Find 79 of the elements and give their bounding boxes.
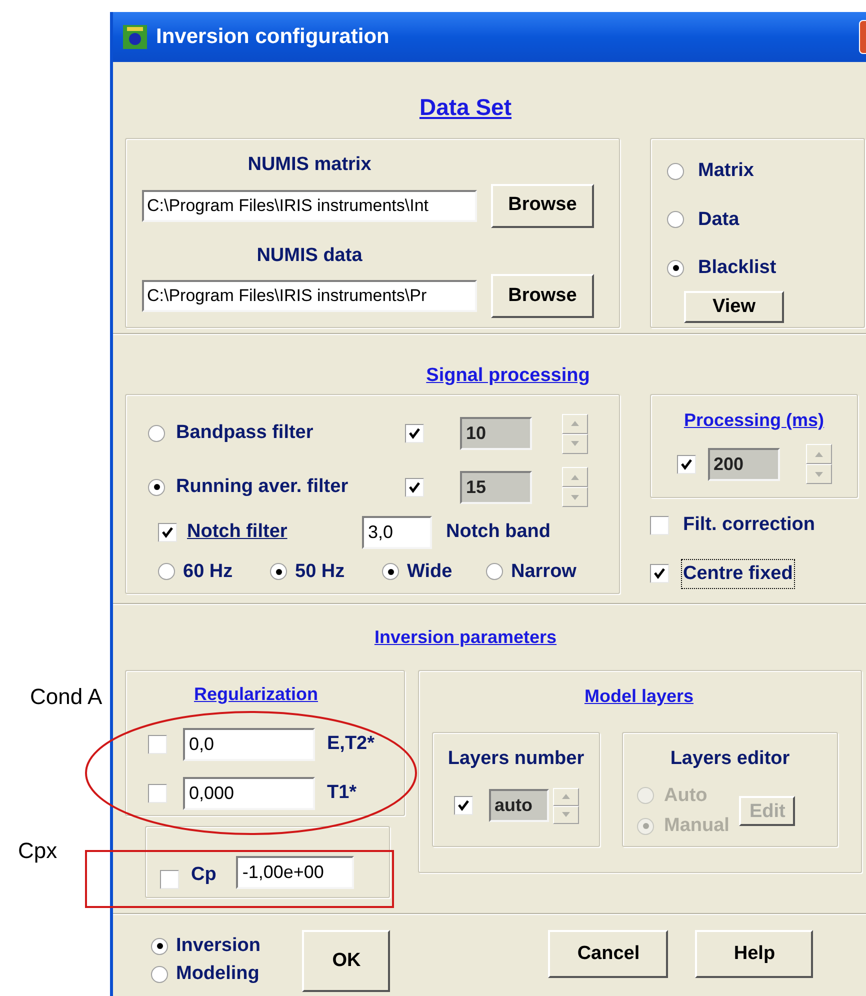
checkbox[interactable] xyxy=(160,870,179,889)
file-path-field[interactable]: C:\Program Files\IRIS instruments\Int xyxy=(142,190,477,222)
option-label: Modeling xyxy=(176,962,260,986)
text-field[interactable]: 15 xyxy=(460,470,532,504)
text-field[interactable]: 200 xyxy=(708,448,780,480)
spin-buttons[interactable] xyxy=(562,467,588,508)
option-label: Bandpass filter xyxy=(176,422,314,444)
section-heading: Processing (ms) xyxy=(684,409,824,432)
section-heading: Inversion parameters xyxy=(374,626,557,649)
checkbox[interactable] xyxy=(158,522,177,542)
option-label: Wide xyxy=(407,560,452,584)
option-label: 60 Hz xyxy=(183,560,233,584)
checkbox[interactable] xyxy=(454,796,472,815)
option-label: Layers editor xyxy=(670,747,790,771)
option-label: Cp xyxy=(191,864,216,884)
check-mark-icon xyxy=(653,567,666,580)
option-label: Matrix xyxy=(698,159,754,183)
radio-button[interactable] xyxy=(158,563,175,580)
section-heading: Regularization xyxy=(194,683,318,706)
radio-button[interactable] xyxy=(151,938,168,954)
check-mark-icon xyxy=(161,526,174,539)
section-heading: Signal processing xyxy=(426,364,590,388)
option-label: E,T2* xyxy=(327,733,375,754)
spin-buttons[interactable] xyxy=(562,414,588,454)
check-mark-icon xyxy=(680,458,692,470)
text-field[interactable]: 0,000 xyxy=(183,777,315,810)
check-mark-icon xyxy=(456,799,470,812)
checkbox[interactable] xyxy=(405,478,424,497)
checkbox[interactable] xyxy=(650,564,669,584)
text-field[interactable]: 10 xyxy=(460,417,532,450)
section-heading: Data Set xyxy=(419,93,512,120)
text-field[interactable]: auto xyxy=(488,789,548,822)
option-label: Narrow xyxy=(511,560,576,584)
push-button[interactable]: Help xyxy=(695,930,814,978)
option-label: Blacklist xyxy=(698,256,776,280)
radio-button[interactable] xyxy=(148,478,165,496)
text-field[interactable]: 3,0 xyxy=(362,516,432,549)
checkbox[interactable] xyxy=(148,735,167,754)
check-mark-icon xyxy=(408,427,421,440)
window-title: Inversion configuration xyxy=(156,24,390,50)
text-field[interactable]: 0,0 xyxy=(183,728,315,761)
text-field[interactable]: -1,00e+00 xyxy=(236,856,354,889)
option-label: Inversion xyxy=(176,934,260,958)
option-label: Auto xyxy=(664,784,708,808)
push-button[interactable]: View xyxy=(684,290,784,322)
option-label: T1* xyxy=(327,782,357,804)
option-label: NUMIS data xyxy=(256,244,362,268)
radio-button[interactable] xyxy=(486,563,503,580)
radio-button[interactable] xyxy=(151,966,168,982)
push-button[interactable]: Browse xyxy=(491,184,594,228)
file-path-field[interactable]: C:\Program Files\IRIS instruments\Pr xyxy=(142,280,477,312)
option-label: Notch band xyxy=(446,520,550,542)
checkbox[interactable] xyxy=(405,424,424,444)
notch-filter-link[interactable]: Notch filter xyxy=(187,518,362,546)
option-label: Filt. correction xyxy=(682,513,816,537)
section-heading: Model layers xyxy=(584,685,694,708)
app-icon xyxy=(123,25,147,49)
spin-buttons[interactable] xyxy=(552,788,578,824)
radio-button[interactable] xyxy=(382,563,399,580)
option-label: Running aver. filter xyxy=(176,476,348,497)
option-label: Centre fixed xyxy=(681,558,795,589)
radio-button[interactable] xyxy=(667,162,684,180)
option-label: Layers number xyxy=(448,747,584,771)
radio-button[interactable] xyxy=(270,563,287,580)
option-label: Manual xyxy=(664,814,730,838)
option-label: 50 Hz xyxy=(295,560,345,584)
checkbox[interactable] xyxy=(676,454,696,474)
check-mark-icon xyxy=(408,480,421,494)
radio-button[interactable] xyxy=(667,211,684,228)
radio-button[interactable] xyxy=(667,260,684,277)
checkbox[interactable] xyxy=(650,516,669,535)
radio-button[interactable] xyxy=(148,425,165,442)
checkbox[interactable] xyxy=(148,784,167,803)
option-label: NUMIS matrix xyxy=(248,153,372,177)
push-button[interactable]: OK xyxy=(302,930,390,992)
push-button[interactable]: Cancel xyxy=(548,930,668,978)
spin-buttons[interactable] xyxy=(806,444,832,484)
option-label: Data xyxy=(698,208,740,232)
push-button[interactable]: Browse xyxy=(491,274,594,318)
